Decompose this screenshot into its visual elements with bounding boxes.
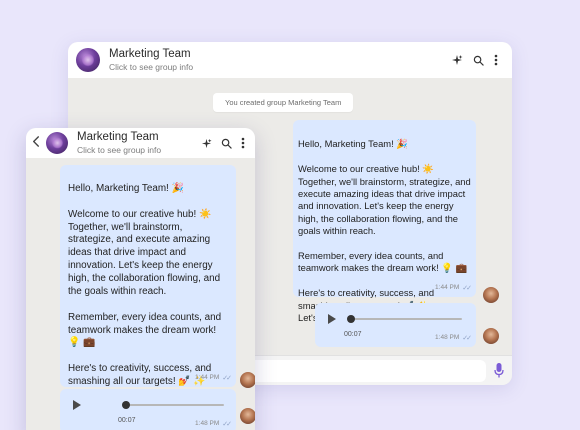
user-avatar: [240, 408, 255, 424]
chat-title-block[interactable]: Marketing Team Click to see group info: [77, 131, 201, 155]
system-message: You created group Marketing Team: [213, 93, 354, 112]
user-avatar: [483, 287, 499, 303]
audio-progress-knob[interactable]: [122, 401, 130, 409]
message-time: 1:48 PM: [435, 334, 460, 342]
chat-title: Marketing Team: [109, 48, 191, 60]
microphone-icon[interactable]: [494, 363, 504, 383]
text-message-bubble[interactable]: Hello, Marketing Team! 🎉 Welcome to our …: [60, 165, 236, 400]
voice-duration: 00:07: [118, 417, 136, 424]
search-icon[interactable]: [221, 138, 232, 149]
chat-title-block[interactable]: Marketing Team Click to see group info: [109, 48, 451, 72]
message-time: 1:44 PM: [195, 374, 220, 382]
more-vertical-icon[interactable]: [494, 54, 498, 66]
message-meta: 1:44 PM ✓✓: [195, 374, 232, 383]
chat-header[interactable]: Marketing Team Click to see group info: [68, 42, 512, 78]
double-check-icon: ✓✓: [462, 334, 472, 342]
back-arrow-icon[interactable]: [32, 134, 40, 152]
text-message-bubble[interactable]: Hello, Marketing Team! 🎉 Welcome to our …: [293, 120, 476, 323]
audio-progress-track[interactable]: [123, 404, 224, 406]
message-text: Hello, Marketing Team! 🎉 Welcome to our …: [68, 182, 222, 400]
audio-progress-track[interactable]: [348, 318, 462, 320]
message-text: Hello, Marketing Team! 🎉 Welcome to our …: [298, 138, 471, 324]
sparkle-icon[interactable]: [201, 138, 212, 149]
chat-title: Marketing Team: [77, 131, 159, 143]
chat-subtitle: Click to see group info: [77, 144, 162, 155]
chat-window-mobile: Marketing Team Click to see group info H…: [26, 128, 255, 430]
chat-subtitle: Click to see group info: [109, 61, 194, 72]
user-avatar: [240, 372, 255, 388]
user-avatar: [483, 328, 499, 344]
more-vertical-icon[interactable]: [241, 137, 245, 149]
audio-progress-knob[interactable]: [347, 315, 355, 323]
message-time: 1:44 PM: [435, 284, 460, 292]
message-time: 1:48 PM: [195, 420, 220, 428]
sparkle-icon[interactable]: [451, 54, 463, 66]
group-avatar[interactable]: [46, 132, 68, 154]
voice-message-bubble[interactable]: 00:07 1:48 PM ✓✓: [315, 303, 476, 347]
voice-duration: 00:07: [344, 331, 362, 338]
search-icon[interactable]: [473, 55, 484, 66]
message-meta: 1:48 PM ✓✓: [435, 334, 472, 343]
group-avatar[interactable]: [76, 48, 100, 72]
double-check-icon: ✓✓: [222, 420, 232, 428]
chat-header[interactable]: Marketing Team Click to see group info: [26, 128, 255, 158]
message-meta: 1:44 PM ✓✓: [435, 284, 472, 293]
voice-message-bubble[interactable]: 00:07 1:48 PM ✓✓: [60, 389, 236, 430]
play-icon[interactable]: [73, 400, 81, 410]
double-check-icon: ✓✓: [462, 284, 472, 292]
play-icon[interactable]: [328, 314, 336, 324]
message-meta: 1:48 PM ✓✓: [195, 420, 232, 429]
double-check-icon: ✓✓: [222, 374, 232, 382]
